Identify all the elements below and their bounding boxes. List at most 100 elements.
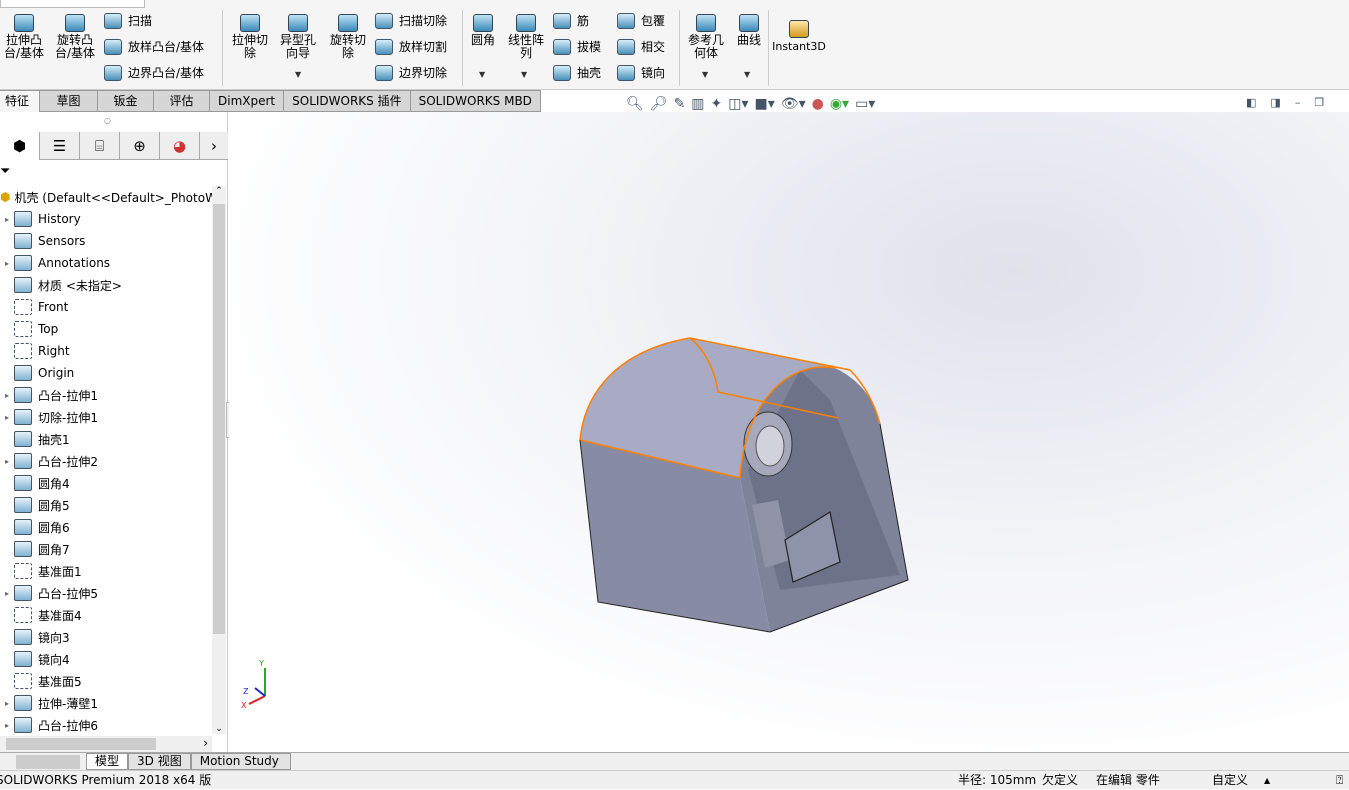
minimize-icon[interactable]: –	[1295, 96, 1301, 109]
tab-model[interactable]: 模型	[86, 753, 129, 770]
edit-appearance-icon[interactable]: ●	[812, 96, 824, 112]
mirror-button[interactable]: 镜向	[617, 64, 665, 81]
help-icon[interactable]: ⍰	[1336, 771, 1343, 790]
panel-left-icon[interactable]: ◧	[1246, 96, 1256, 109]
linear-pattern-button[interactable]: 线性阵列	[504, 14, 548, 60]
tree-vertical-scrollbar[interactable]: ⌃ ⌄	[212, 186, 226, 734]
graphics-area[interactable]: Y X Z	[229, 112, 1349, 752]
section-view-icon[interactable]: ▥	[691, 96, 704, 112]
expand-arrow-icon[interactable]: ▸	[0, 699, 14, 708]
tree-item[interactable]: 基准面4	[0, 604, 212, 626]
tree-item[interactable]: Right	[0, 340, 212, 362]
chevron-down-icon[interactable]: ▼	[295, 70, 301, 79]
tab-3d-views[interactable]: 3D 视图	[128, 753, 191, 770]
fillet-button[interactable]: 圆角	[466, 14, 500, 47]
intersect-button[interactable]: 相交	[617, 38, 665, 55]
shell-button[interactable]: 抽壳	[553, 64, 601, 81]
chevron-down-icon[interactable]: ▼	[521, 70, 527, 79]
tree-item[interactable]: ▸ 凸台-拉伸5	[0, 582, 212, 604]
chevron-down-icon[interactable]: ▼	[702, 70, 708, 79]
chevron-up-icon[interactable]: ▲	[1264, 771, 1270, 790]
filter-icon[interactable]: ⏷	[0, 164, 10, 179]
chevron-down-icon[interactable]: ▼	[744, 70, 750, 79]
tree-item[interactable]: Top	[0, 318, 212, 340]
reference-geometry-button[interactable]: 参考几何体	[684, 14, 728, 60]
tree-horizontal-scrollbar[interactable]: ›	[0, 736, 212, 752]
tree-item[interactable]: 圆角7	[0, 538, 212, 560]
tree-item[interactable]: ▸ 拉伸-薄壁1	[0, 692, 212, 714]
scroll-up-arrow[interactable]: ⌃	[212, 186, 226, 196]
tab-sketch[interactable]: 草图	[40, 90, 98, 112]
tab-evaluate[interactable]: 评估	[154, 90, 210, 112]
extrude-boss-button[interactable]: 拉伸凸台/基体	[2, 14, 46, 60]
expand-arrow-icon[interactable]: ▸	[0, 215, 14, 224]
tab-features[interactable]: 特征	[0, 90, 40, 112]
revolve-boss-button[interactable]: 旋转凸台/基体	[52, 14, 98, 60]
display-style-icon[interactable]: ■▾	[755, 96, 775, 112]
tree-item[interactable]: Origin	[0, 362, 212, 384]
previous-view-icon[interactable]: ✎	[674, 96, 686, 112]
boundary-cut-button[interactable]: 边界切除	[375, 64, 447, 81]
boundary-boss-button[interactable]: 边界凸台/基体	[104, 64, 204, 81]
zoom-to-area-icon[interactable]: 🔎︎	[650, 96, 668, 112]
panel-right-icon[interactable]: ◨	[1270, 96, 1280, 109]
tree-item[interactable]: 圆角5	[0, 494, 212, 516]
feature-manager-tab-icon[interactable]: ⬢	[0, 132, 40, 160]
tree-item[interactable]: ▸ 凸台-拉伸2	[0, 450, 212, 472]
hole-wizard-button[interactable]: 异型孔向导	[276, 14, 320, 60]
expand-arrow-icon[interactable]: ▸	[0, 721, 14, 730]
view-settings-icon[interactable]: ▭▾	[855, 96, 875, 112]
tree-item[interactable]: ▸ History	[0, 208, 212, 230]
display-manager-tab-icon[interactable]: ◕	[160, 132, 200, 160]
units-selector[interactable]: 自定义	[1212, 771, 1248, 790]
tab-scroll-arrows[interactable]	[16, 754, 80, 769]
tree-item[interactable]: Sensors	[0, 230, 212, 252]
wrap-button[interactable]: 包覆	[617, 12, 665, 29]
tree-root[interactable]: ⬢ 机壳 (Default<<Default>_PhotoW	[0, 186, 217, 208]
expand-arrow-icon[interactable]: ▸	[0, 391, 14, 400]
tree-item[interactable]: 基准面1	[0, 560, 212, 582]
dimxpert-manager-tab-icon[interactable]: ⊕	[120, 132, 160, 160]
instant3d-button[interactable]: Instant3D	[772, 20, 826, 53]
chevron-down-icon[interactable]: ▼	[479, 70, 485, 79]
tab-sheet-metal[interactable]: 钣金	[98, 90, 154, 112]
panel-grip[interactable]: ○	[104, 116, 111, 125]
scroll-thumb[interactable]	[213, 204, 225, 634]
tree-item[interactable]: ▸ 切除-拉伸1	[0, 406, 212, 428]
revolve-cut-button[interactable]: 旋转切除	[326, 14, 370, 60]
hide-show-icon[interactable]: 👁︎▾	[781, 96, 806, 112]
restore-icon[interactable]: ❐	[1314, 96, 1324, 109]
expand-arrow-icon[interactable]: ▸	[0, 259, 14, 268]
configuration-manager-tab-icon[interactable]: ⌸	[80, 132, 120, 160]
scroll-right-arrow[interactable]: ›	[203, 736, 208, 750]
dynamic-annotation-icon[interactable]: ✦	[711, 96, 723, 112]
lofted-cut-button[interactable]: 放样切割	[375, 38, 447, 55]
property-manager-tab-icon[interactable]: ☰	[40, 132, 80, 160]
tab-dimxpert[interactable]: DimXpert	[210, 90, 285, 112]
tree-item[interactable]: 圆角6	[0, 516, 212, 538]
extrude-cut-button[interactable]: 拉伸切除	[228, 14, 272, 60]
tree-item[interactable]: ▸ 凸台-拉伸1	[0, 384, 212, 406]
swept-cut-button[interactable]: 扫描切除	[375, 12, 447, 29]
expand-arrow-icon[interactable]: ▸	[0, 457, 14, 466]
tree-item[interactable]: ▸ Annotations	[0, 252, 212, 274]
tab-addins[interactable]: SOLIDWORKS 插件	[284, 90, 411, 112]
tree-item[interactable]: 镜向4	[0, 648, 212, 670]
tree-item[interactable]: 镜向3	[0, 626, 212, 648]
tab-mbd[interactable]: SOLIDWORKS MBD	[410, 90, 541, 112]
loft-button[interactable]: 放样凸台/基体	[104, 38, 204, 55]
tree-item[interactable]: 基准面5	[0, 670, 212, 692]
tree-item[interactable]: ▸ 凸台-拉伸6	[0, 714, 212, 736]
chevron-right-icon[interactable]: ›	[200, 132, 228, 160]
tree-item[interactable]: 抽壳1	[0, 428, 212, 450]
expand-arrow-icon[interactable]: ▸	[0, 589, 14, 598]
apply-scene-icon[interactable]: ◉▾	[830, 96, 849, 112]
tree-item[interactable]: 材质 <未指定>	[0, 274, 212, 296]
draft-button[interactable]: 拔模	[553, 38, 601, 55]
scroll-thumb[interactable]	[6, 738, 156, 750]
tree-item[interactable]: 圆角4	[0, 472, 212, 494]
curves-button[interactable]: 曲线	[734, 14, 764, 47]
tab-motion-study[interactable]: Motion Study 1	[190, 753, 291, 783]
rib-button[interactable]: 筋	[553, 12, 589, 29]
tree-item[interactable]: Front	[0, 296, 212, 318]
